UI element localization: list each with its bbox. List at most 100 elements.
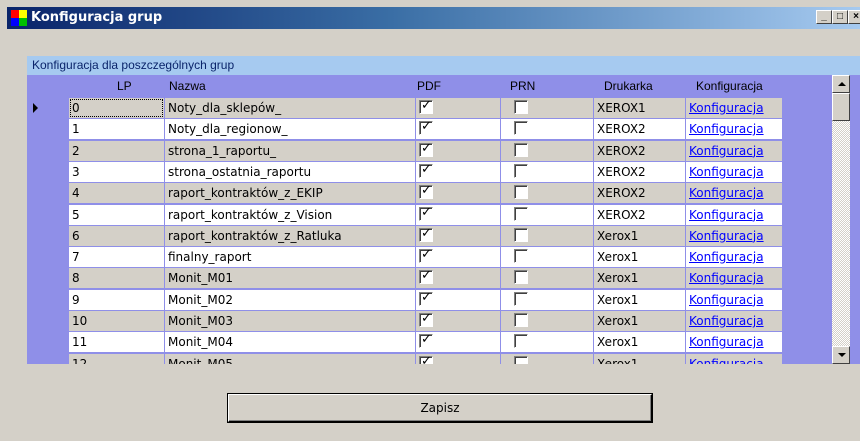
vertical-scrollbar[interactable] [832, 75, 850, 364]
config-link[interactable]: Konfiguracja [689, 186, 764, 200]
table-row[interactable]: 5raport_kontraktów_z_Vision XEROX2 Konfigu… [69, 204, 833, 226]
row-header[interactable] [27, 225, 69, 247]
row-header[interactable] [27, 161, 69, 183]
pdf-cell[interactable] [416, 161, 500, 182]
config-cell[interactable]: Konfiguracja [686, 332, 782, 353]
close-button[interactable]: × [848, 10, 860, 24]
pdf-checkbox[interactable] [419, 98, 433, 114]
name-cell[interactable]: strona_1_raportu_ [165, 140, 415, 161]
pdf-cell[interactable] [416, 289, 500, 310]
prn-checkbox[interactable] [514, 227, 528, 242]
pdf-checkbox[interactable] [419, 311, 433, 327]
pdf-cell[interactable] [416, 353, 500, 364]
config-cell[interactable]: Konfiguracja [686, 247, 782, 268]
name-cell[interactable]: finalny_raport [165, 247, 415, 268]
printer-cell[interactable]: Xerox1 [594, 353, 685, 364]
scroll-up-button[interactable] [832, 75, 850, 93]
pdf-checkbox[interactable] [419, 332, 433, 349]
pdf-cell[interactable] [416, 98, 500, 118]
pdf-checkbox[interactable] [419, 141, 433, 157]
config-link[interactable]: Konfiguracja [689, 208, 764, 222]
row-header[interactable] [27, 98, 69, 119]
pdf-cell[interactable] [416, 140, 500, 161]
name-cell[interactable]: raport_kontraktów_z_Vision [165, 204, 415, 225]
prn-cell[interactable] [501, 289, 593, 310]
prn-checkbox[interactable] [514, 121, 528, 136]
config-cell[interactable]: Konfiguracja [686, 183, 782, 204]
pdf-cell[interactable] [416, 204, 500, 225]
row-header[interactable] [27, 183, 69, 205]
config-cell[interactable]: Konfiguracja [686, 289, 782, 310]
config-link[interactable]: Konfiguracja [689, 250, 764, 264]
pdf-checkbox[interactable] [419, 268, 433, 285]
save-button[interactable]: Zapisz [228, 394, 652, 422]
config-cell[interactable]: Konfiguracja [686, 161, 782, 182]
config-cell[interactable]: Konfiguracja [686, 140, 782, 161]
table-row[interactable]: 9Monit_M02 Xerox1 Konfiguracja [69, 289, 833, 311]
row-header[interactable] [27, 311, 69, 332]
config-cell[interactable]: Konfiguracja [686, 119, 782, 140]
printer-cell[interactable]: XEROX2 [594, 140, 685, 161]
prn-checkbox[interactable] [514, 163, 528, 178]
prn-cell[interactable] [501, 247, 593, 268]
pdf-cell[interactable] [416, 247, 500, 268]
config-link[interactable]: Konfiguracja [689, 165, 764, 179]
pdf-cell[interactable] [416, 268, 500, 289]
config-link[interactable]: Konfiguracja [689, 293, 764, 307]
lp-cell[interactable]: 1 [69, 119, 164, 140]
table-row[interactable]: 0Noty_dla_sklepów_ XEROX1 Konfiguracja [69, 98, 833, 119]
row-header[interactable] [27, 204, 69, 226]
name-cell[interactable]: Noty_dla_regionow_ [165, 119, 415, 140]
config-cell[interactable]: Konfiguracja [686, 268, 782, 289]
prn-checkbox[interactable] [514, 355, 528, 364]
prn-checkbox[interactable] [514, 206, 528, 221]
printer-cell[interactable]: Xerox1 [594, 247, 685, 268]
pdf-checkbox[interactable] [419, 290, 433, 306]
name-cell[interactable]: Monit_M04 [165, 332, 415, 353]
lp-cell[interactable]: 4 [69, 183, 164, 204]
config-cell[interactable]: Konfiguracja [686, 353, 782, 364]
prn-checkbox[interactable] [514, 185, 528, 200]
prn-cell[interactable] [501, 140, 593, 161]
printer-cell[interactable]: Xerox1 [594, 311, 685, 331]
prn-cell[interactable] [501, 161, 593, 182]
row-header[interactable] [27, 119, 69, 141]
printer-cell[interactable]: Xerox1 [594, 289, 685, 310]
row-header[interactable] [27, 140, 69, 162]
printer-cell[interactable]: XEROX2 [594, 161, 685, 182]
lp-cell[interactable]: 3 [69, 161, 164, 182]
prn-cell[interactable] [501, 332, 593, 353]
name-cell[interactable]: Monit_M01 [165, 268, 415, 289]
name-cell[interactable]: Monit_M05 [165, 353, 415, 364]
prn-cell[interactable] [501, 98, 593, 118]
prn-checkbox[interactable] [514, 270, 528, 285]
printer-cell[interactable]: XEROX2 [594, 119, 685, 140]
row-header[interactable] [27, 353, 69, 364]
prn-cell[interactable] [501, 119, 593, 140]
lp-cell[interactable]: 2 [69, 140, 164, 161]
config-link[interactable]: Konfiguracja [689, 122, 764, 136]
printer-cell[interactable]: XEROX2 [594, 204, 685, 225]
name-cell[interactable]: Monit_M03 [165, 311, 415, 331]
lp-cell[interactable]: 9 [69, 289, 164, 310]
pdf-cell[interactable] [416, 225, 500, 246]
prn-cell[interactable] [501, 183, 593, 204]
column-header-prn[interactable]: PRN [510, 75, 535, 98]
pdf-checkbox[interactable] [419, 162, 433, 178]
pdf-cell[interactable] [416, 183, 500, 204]
table-row[interactable]: 1Noty_dla_regionow_ XEROX2 Konfiguracja [69, 119, 833, 140]
lp-cell[interactable]: 8 [69, 268, 164, 289]
table-row[interactable]: 8Monit_M01 Xerox1 Konfiguracja [69, 268, 833, 289]
printer-cell[interactable]: Xerox1 [594, 332, 685, 353]
config-cell[interactable]: Konfiguracja [686, 225, 782, 246]
config-cell[interactable]: Konfiguracja [686, 311, 782, 331]
pdf-checkbox[interactable] [419, 354, 433, 364]
table-row[interactable]: 10Monit_M03 Xerox1 Konfiguracja [69, 311, 833, 332]
config-cell[interactable]: Konfiguracja [686, 204, 782, 225]
pdf-cell[interactable] [416, 311, 500, 331]
prn-cell[interactable] [501, 353, 593, 364]
minimize-button[interactable]: _ [816, 10, 832, 24]
config-link[interactable]: Konfiguracja [689, 357, 764, 364]
printer-cell[interactable]: Xerox1 [594, 268, 685, 289]
name-cell[interactable]: raport_kontraktów_z_EKIP [165, 183, 415, 204]
